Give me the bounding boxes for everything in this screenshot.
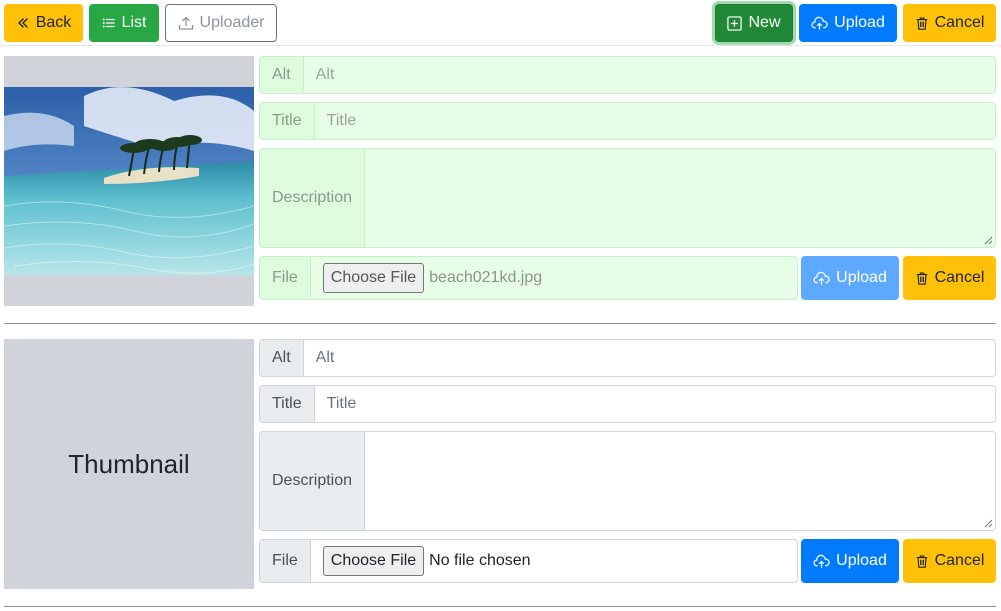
upload-item-button[interactable]: Upload — [801, 256, 899, 300]
alt-input[interactable] — [315, 66, 983, 84]
cloud-upload-icon — [813, 271, 830, 285]
file-label: File — [260, 257, 311, 299]
trash-icon — [916, 17, 927, 30]
description-textarea[interactable] — [365, 149, 995, 247]
upload-icon — [178, 16, 193, 30]
alt-label: Alt — [260, 57, 304, 93]
alt-field: Alt — [259, 339, 996, 377]
cancel-label: Cancel — [934, 14, 985, 31]
upload-item-button[interactable]: Upload — [801, 539, 899, 583]
plus-square-icon — [727, 15, 743, 31]
file-name: beach021kd.jpg — [429, 269, 543, 286]
title-input[interactable] — [326, 112, 983, 130]
description-textarea[interactable] — [365, 432, 995, 530]
upload-all-button[interactable]: Upload — [799, 4, 897, 42]
file-label: File — [260, 540, 311, 582]
divider — [4, 323, 996, 324]
title-field: Title — [259, 102, 996, 140]
cancel-item-label: Cancel — [934, 552, 985, 569]
thumbnail-preview — [4, 56, 254, 306]
upload-label: Upload — [834, 14, 885, 31]
file-field: File Choose File No file chosen — [259, 539, 798, 583]
thumbnail-placeholder: Thumbnail — [4, 339, 254, 589]
title-label: Title — [260, 386, 315, 422]
beach-image — [4, 87, 254, 275]
resize-handle-icon[interactable] — [984, 519, 993, 528]
new-label: New — [748, 14, 781, 31]
alt-label: Alt — [260, 340, 304, 376]
alt-field: Alt — [259, 56, 996, 94]
description-label: Description — [260, 432, 366, 530]
uploader-button[interactable]: Uploader — [165, 4, 277, 42]
title-input[interactable] — [326, 395, 983, 413]
title-field: Title — [259, 385, 996, 423]
list-label: List — [121, 14, 147, 31]
file-name: No file chosen — [429, 552, 531, 569]
trash-icon — [916, 555, 927, 568]
choose-file-button[interactable]: Choose File — [322, 546, 425, 576]
toolbar: Back List Uploader New Upload Cancel — [0, 0, 1001, 46]
divider — [4, 606, 996, 607]
new-button[interactable]: New — [715, 4, 793, 42]
list-button[interactable]: List — [89, 4, 159, 42]
back-button[interactable]: Back — [4, 4, 83, 42]
cloud-upload-icon — [813, 554, 830, 568]
thumbnail-text: Thumbnail — [68, 448, 190, 479]
cloud-upload-icon — [811, 16, 828, 30]
choose-file-button[interactable]: Choose File — [322, 263, 425, 293]
description-field: Description — [259, 148, 996, 248]
cancel-item-label: Cancel — [934, 269, 985, 286]
upload-item-label: Upload — [836, 552, 887, 569]
trash-icon — [916, 272, 927, 285]
uploader-label: Uploader — [199, 14, 265, 31]
double-chevron-left-icon — [17, 18, 28, 28]
list-icon — [102, 18, 115, 28]
back-label: Back — [35, 14, 72, 31]
cancel-all-button[interactable]: Cancel — [903, 4, 996, 42]
alt-input[interactable] — [315, 349, 983, 367]
cancel-item-button[interactable]: Cancel — [903, 256, 996, 300]
description-label: Description — [260, 149, 366, 247]
cancel-item-button[interactable]: Cancel — [903, 539, 996, 583]
file-field: File Choose File beach021kd.jpg — [259, 256, 798, 300]
resize-handle-icon[interactable] — [984, 236, 993, 245]
description-field: Description — [259, 431, 996, 531]
upload-item-label: Upload — [836, 269, 887, 286]
title-label: Title — [260, 103, 315, 139]
